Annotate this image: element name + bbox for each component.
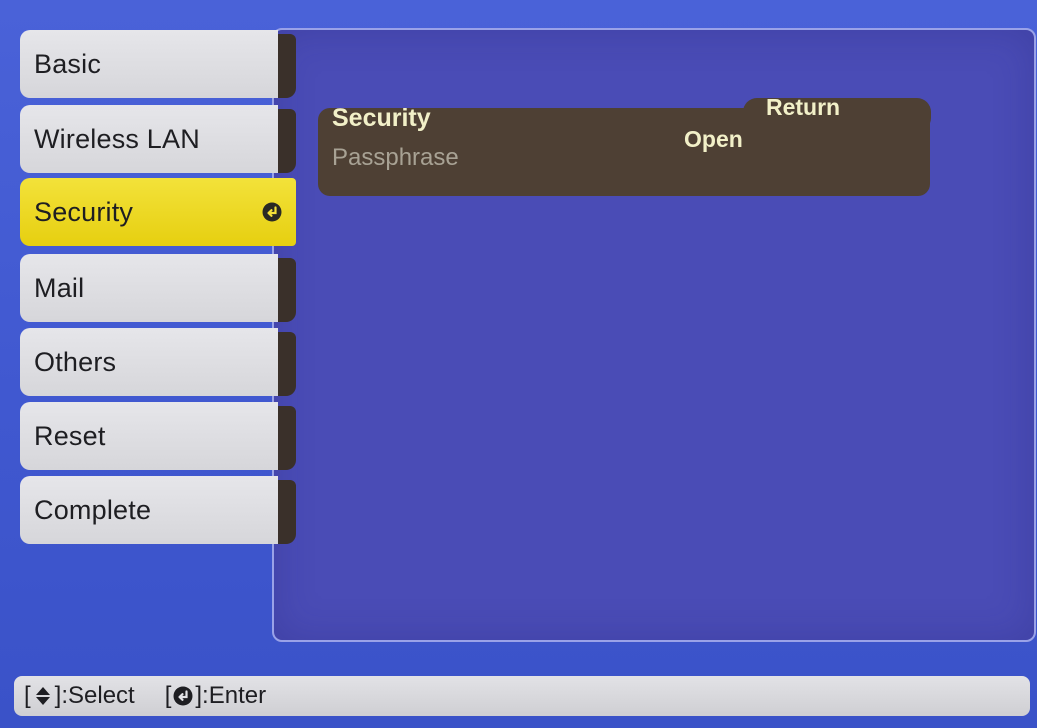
sidebar-item-label: Complete [34,494,152,525]
return-button[interactable]: Return [766,94,840,121]
up-down-arrow-icon [33,685,53,707]
bracket-open: [ [24,682,31,709]
tab-face: Basic [20,30,278,98]
footer-status-bar: [ ]:Select [ ]:Enter [14,676,1030,716]
sidebar-item-label: Security [34,196,134,227]
sidebar-item-basic[interactable]: Basic [20,30,296,98]
projector-network-menu: Basic Wireless LAN Security Mail Others … [0,0,1037,728]
select-hint-label: ]:Select [54,682,135,709]
tab-edge [278,258,296,322]
bracket-open: [ [164,682,172,709]
sidebar-item-label: Wireless LAN [34,123,200,154]
enter-icon [173,685,193,707]
sidebar-item-label: Others [34,346,117,377]
tab-edge [278,332,296,396]
enter-hint: [ ]:Enter [165,682,266,710]
sidebar-item-wireless-lan[interactable]: Wireless LAN [20,105,296,173]
tab-face: Security [20,178,296,246]
tab-edge [278,34,296,98]
tab-edge [278,109,296,173]
enter-icon [262,202,282,222]
sidebar-item-mail[interactable]: Mail [20,254,296,322]
passphrase-field-label: Passphrase [332,144,459,171]
sidebar-item-reset[interactable]: Reset [20,402,296,470]
sidebar-item-label: Basic [34,48,102,79]
tab-face: Complete [20,476,278,544]
sidebar-item-complete[interactable]: Complete [20,476,296,544]
tab-face: Others [20,328,278,396]
tab-edge [278,406,296,470]
security-mode-label[interactable]: Security [332,104,431,133]
select-hint: [ ]:Select [24,682,135,710]
tab-face: Mail [20,254,278,322]
sidebar-item-security[interactable]: Security [20,178,296,246]
security-mode-value[interactable]: Open [684,126,743,153]
enter-hint-label: ]:Enter [195,682,267,709]
tab-face: Reset [20,402,278,470]
sidebar-item-others[interactable]: Others [20,328,296,396]
tab-edge [278,480,296,544]
sidebar-item-label: Reset [34,420,106,451]
tab-face: Wireless LAN [20,105,278,173]
sidebar-item-label: Mail [34,272,85,303]
